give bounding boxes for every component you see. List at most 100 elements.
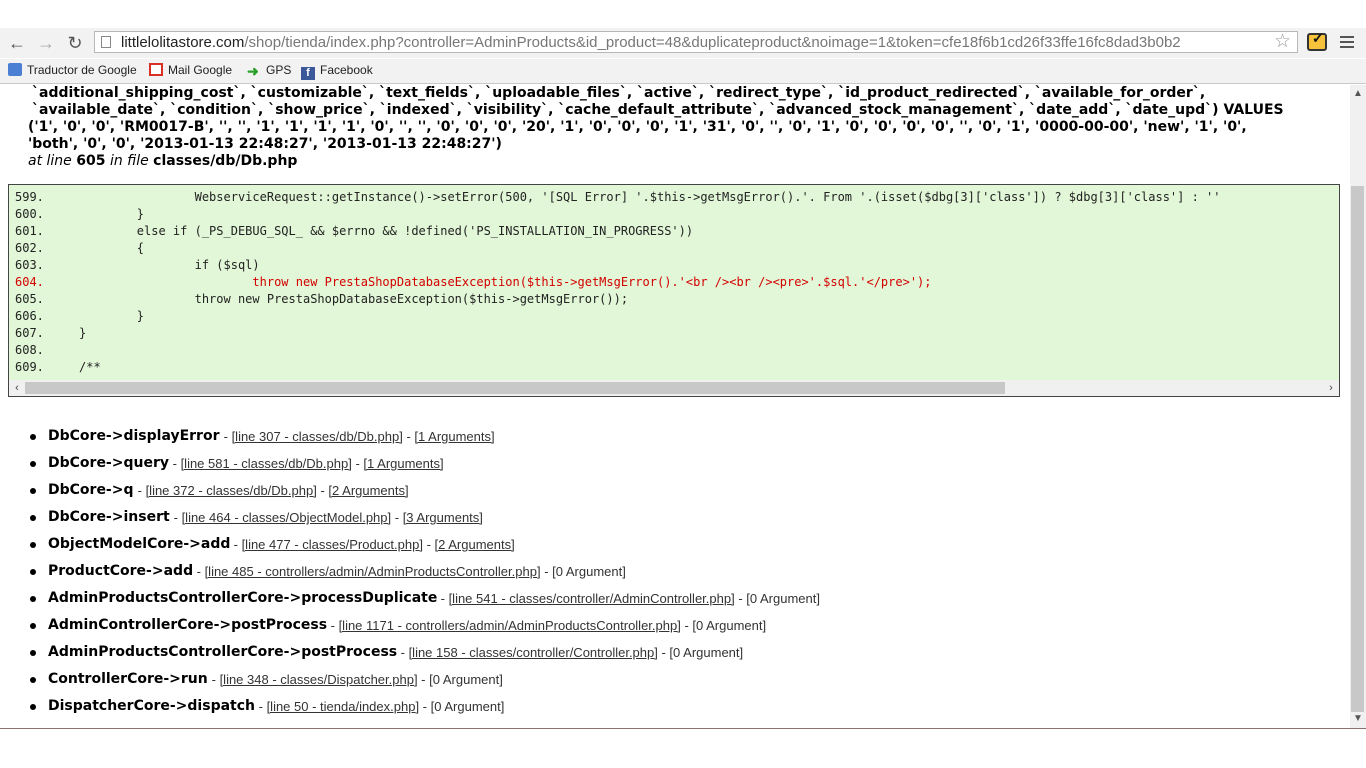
horizontal-scroll-thumb[interactable] (25, 382, 1005, 394)
trace-function: DispatcherCore->dispatch (48, 698, 255, 714)
bookmark-mail-google[interactable]: Mail Google (149, 63, 232, 77)
trace-arguments: [0 Argument] (429, 672, 503, 687)
trace-location-link[interactable]: [line 1171 - controllers/admin/AdminProd… (339, 618, 681, 633)
code-line: 600. } (15, 206, 144, 222)
separator: - (351, 456, 364, 471)
url-path: /shop/tienda/index.php?controller=AdminP… (244, 34, 1181, 51)
bookmark-facebook[interactable]: f Facebook (301, 63, 373, 80)
address-bar-url[interactable]: littlelolitastore.com/shop/tienda/index.… (121, 34, 1181, 51)
code-text: } (79, 326, 87, 340)
separator: - (540, 564, 553, 579)
back-arrow-icon[interactable]: ← (6, 33, 28, 53)
forward-arrow-icon[interactable]: → (35, 33, 57, 53)
separator: - (419, 699, 431, 714)
code-line: 605. throw new PrestaShopDatabaseExcepti… (15, 291, 628, 307)
trace-arguments-link[interactable]: [2 Arguments] (328, 483, 408, 498)
bookmark-gps[interactable]: ➜ GPS (247, 63, 291, 79)
reload-icon[interactable]: ↻ (64, 33, 86, 53)
code-line: 608. (15, 342, 79, 358)
code-text: if ($sql) (79, 258, 260, 272)
trace-arguments: [0 Argument] (552, 564, 626, 579)
error-location: at line 605 in file classes/db/Db.php (28, 153, 1338, 170)
code-text: } (79, 207, 145, 221)
vertical-scroll-thumb[interactable] (1351, 186, 1364, 712)
google-translate-icon (8, 63, 22, 76)
trace-location-link[interactable]: [line 372 - classes/db/Db.php] (146, 483, 317, 498)
trace-arguments-link[interactable]: [1 Arguments] (363, 456, 443, 471)
separator: - (169, 456, 181, 471)
trace-function: AdminControllerCore->postProcess (48, 617, 328, 633)
trace-location-link[interactable]: [line 348 - classes/Dispatcher.php] (220, 672, 418, 687)
arrow-icon: ➜ (247, 63, 259, 79)
sql-line: `available_date`, `condition`, `show_pri… (32, 102, 1284, 118)
line-number: 600. (15, 207, 44, 221)
line-number: 606. (15, 309, 44, 323)
trace-details: - [line 541 - classes/controller/AdminCo… (437, 590, 820, 608)
code-line: 599. WebserviceRequest::getInstance()->s… (15, 189, 1221, 205)
separator: - (193, 564, 205, 579)
code-text: else if (_PS_DEBUG_SQL_ && $errno && !de… (79, 224, 694, 238)
line-number: 609. (15, 360, 44, 374)
trace-arguments-link[interactable]: [1 Arguments] (414, 429, 494, 444)
trace-details: - [line 307 - classes/db/Db.php] - [1 Ar… (220, 428, 495, 446)
trace-arguments: [0 Argument] (692, 618, 767, 633)
scroll-down-icon[interactable]: ▼ (1350, 712, 1366, 726)
location-mid: in file (109, 153, 149, 169)
bookmark-traductor[interactable]: Traductor de Google (8, 63, 137, 77)
scroll-up-icon[interactable]: ▲ (1350, 87, 1366, 101)
trace-function: DbCore->query (48, 455, 169, 471)
star-icon[interactable]: ☆ (1274, 31, 1291, 53)
scroll-right-icon[interactable]: › (1323, 380, 1339, 396)
trace-details: - [line 464 - classes/ObjectModel.php] -… (170, 509, 483, 527)
code-text: throw new PrestaShopDatabaseException($t… (79, 275, 932, 289)
sql-line: 'both', '0', '0', '2013-01-13 22:48:27',… (28, 136, 502, 152)
line-number: 601. (15, 224, 44, 238)
trace-arguments: [0 Argument] (669, 645, 744, 660)
trace-location-link[interactable]: [line 485 - controllers/admin/AdminProdu… (205, 564, 541, 579)
code-text: WebserviceRequest::getInstance()->setErr… (79, 190, 1221, 204)
separator: - (170, 510, 182, 525)
trace-arguments-link[interactable]: [2 Arguments] (435, 537, 515, 552)
menu-icon[interactable] (1340, 33, 1354, 51)
trace-details: - [line 372 - classes/db/Db.php] - [2 Ar… (134, 482, 409, 500)
code-text: } (79, 309, 145, 323)
trace-location-link[interactable]: [line 158 - classes/controller/Controlle… (409, 645, 658, 660)
location-line: 605 (76, 153, 106, 169)
trace-location-link[interactable]: [line 477 - classes/Product.php] (242, 537, 423, 552)
trace-location-link[interactable]: [line 50 - tienda/index.php] (267, 699, 420, 714)
separator: - (422, 537, 435, 552)
separator: - (397, 645, 409, 660)
separator: - (134, 483, 146, 498)
code-line: 601. else if (_PS_DEBUG_SQL_ && $errno &… (15, 223, 693, 239)
code-line: 602. { (15, 240, 144, 256)
code-excerpt[interactable]: 599. WebserviceRequest::getInstance()->s… (8, 184, 1340, 397)
separator: - (437, 591, 449, 606)
separator: - (657, 645, 670, 660)
code-line: 609. /** (15, 359, 101, 375)
line-number: 603. (15, 258, 44, 272)
separator: - (391, 510, 403, 525)
extension-check-icon: ✓ (1312, 30, 1324, 46)
trace-function: DbCore->q (48, 482, 134, 498)
trace-location-link[interactable]: [line 581 - classes/db/Db.php] (181, 456, 352, 471)
trace-location-link[interactable]: [line 464 - classes/ObjectModel.php] (182, 510, 392, 525)
bookmark-label: Mail Google (168, 63, 233, 77)
trace-location-link[interactable]: [line 307 - classes/db/Db.php] (232, 429, 403, 444)
trace-function: ObjectModelCore->add (48, 536, 231, 552)
facebook-icon: f (301, 67, 315, 80)
horizontal-scrollbar[interactable]: ‹ › (9, 380, 1339, 396)
trace-location-link[interactable]: [line 541 - classes/controller/AdminCont… (449, 591, 735, 606)
sql-error-message: `additional_shipping_cost`, `customizabl… (28, 85, 1338, 170)
scroll-left-icon[interactable]: ‹ (9, 380, 25, 396)
trace-function: DbCore->displayError (48, 428, 220, 444)
code-line: 604. throw new PrestaShopDatabaseExcepti… (15, 274, 932, 290)
trace-arguments-link[interactable]: [3 Arguments] (403, 510, 483, 525)
trace-arguments: [0 Argument] (746, 591, 820, 606)
separator: - (208, 672, 220, 687)
address-bar[interactable]: littlelolitastore.com/shop/tienda/index.… (94, 31, 1298, 53)
line-number: 605. (15, 292, 44, 306)
location-prefix: at line (28, 153, 72, 169)
gmail-icon (149, 63, 163, 76)
separator: - (734, 591, 747, 606)
code-text: throw new PrestaShopDatabaseException($t… (79, 292, 629, 306)
